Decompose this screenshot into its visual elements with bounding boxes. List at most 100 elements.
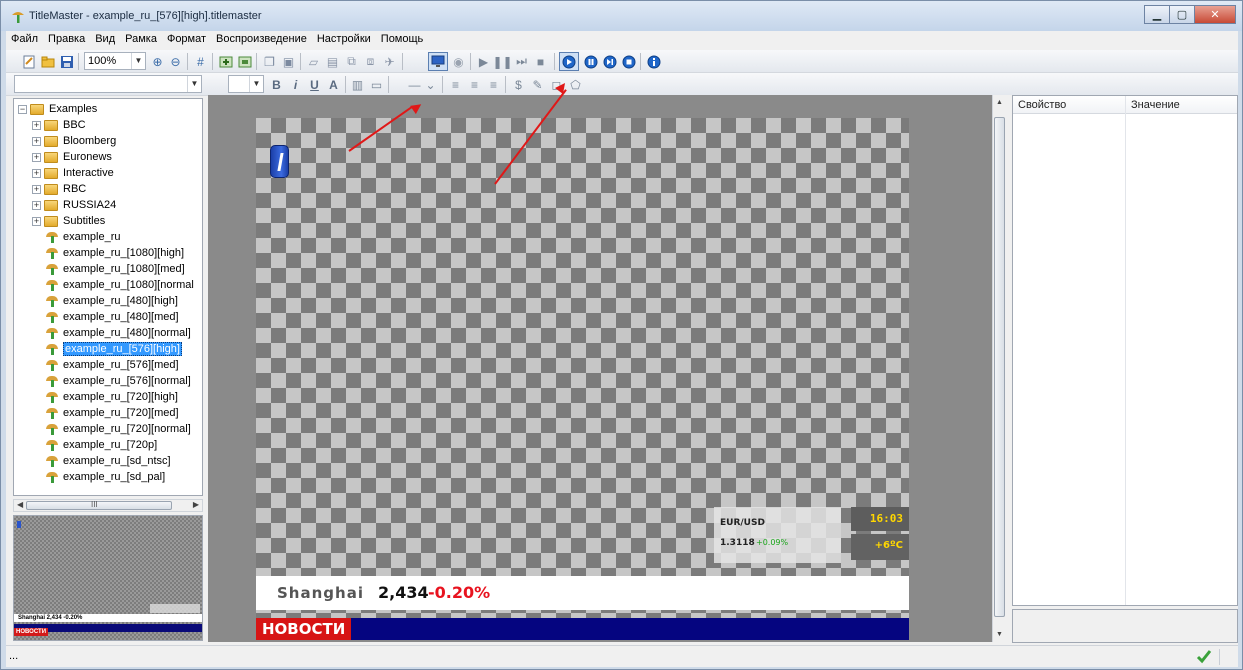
- title-canvas[interactable]: EUR/USD 1.3118 +0.09% 16:03 +6ºC Shangha…: [256, 118, 909, 640]
- monitor-button[interactable]: [428, 52, 448, 71]
- step-button[interactable]: ⏭: [513, 53, 530, 70]
- play-button[interactable]: ▶: [475, 53, 492, 70]
- line-style-dropdown[interactable]: ⌄: [422, 76, 439, 93]
- scrollbar-thumb[interactable]: III: [26, 500, 172, 510]
- frame-button[interactable]: ▱: [305, 53, 322, 70]
- align-right-button[interactable]: ≡: [485, 76, 502, 93]
- tree-folder[interactable]: + RUSSIA24: [32, 197, 116, 213]
- tree-item[interactable]: example_ru_[1080][med]: [46, 261, 185, 277]
- currency-widget[interactable]: EUR/USD 1.3118 +0.09%: [714, 507, 841, 563]
- weather-widget[interactable]: +6ºC: [851, 534, 909, 560]
- tree-item[interactable]: example_ru_[480][high]: [46, 293, 178, 309]
- tree-item[interactable]: example_ru_[720p]: [46, 437, 157, 453]
- expand-icon[interactable]: +: [32, 200, 41, 210]
- tree-folder[interactable]: + Euronews: [32, 149, 112, 165]
- close-button[interactable]: ✕: [1194, 5, 1236, 24]
- tree-item-selected[interactable]: example_ru_[576][high]: [46, 341, 182, 357]
- italic-button[interactable]: i: [287, 76, 304, 93]
- pin-button[interactable]: ✈: [381, 53, 398, 70]
- scroll-down-icon[interactable]: ▼: [996, 631, 1003, 638]
- tree-folder[interactable]: + Bloomberg: [32, 133, 116, 149]
- maximize-button[interactable]: ▢: [1169, 5, 1195, 24]
- tree-item[interactable]: example_ru_[sd_pal]: [46, 469, 165, 485]
- open-button[interactable]: [39, 53, 56, 70]
- menu-help[interactable]: Помощь: [376, 31, 429, 49]
- scroll-right-icon[interactable]: ▶: [193, 500, 199, 509]
- tree-item[interactable]: example_ru_[576][normal]: [46, 373, 191, 389]
- tree-item[interactable]: example_ru_[480][med]: [46, 309, 179, 325]
- align-left-button[interactable]: ≡: [447, 76, 464, 93]
- news-bar[interactable]: НОВОСТИ: [256, 618, 909, 640]
- scroll-left-icon[interactable]: ◀: [17, 500, 23, 509]
- zoom-out-button[interactable]: ⊖: [167, 53, 184, 70]
- ungroup-button[interactable]: ⧈: [362, 53, 379, 70]
- font-family-select[interactable]: ▼: [14, 75, 202, 93]
- barcode-button[interactable]: ▥: [349, 76, 366, 93]
- tree-folder[interactable]: + Interactive: [32, 165, 114, 181]
- line-style-button[interactable]: —: [406, 76, 423, 93]
- expand-icon[interactable]: +: [32, 136, 41, 146]
- underline-button[interactable]: U: [306, 76, 323, 93]
- tree-item[interactable]: example_ru_[576][med]: [46, 357, 179, 373]
- add-layer-button[interactable]: [217, 53, 234, 70]
- stage-vertical-scrollbar[interactable]: ▲ ▼: [992, 95, 1006, 642]
- live-stop-button[interactable]: [620, 53, 637, 70]
- text-color-button[interactable]: A: [325, 76, 342, 93]
- script-button[interactable]: $: [510, 76, 527, 93]
- zoom-select[interactable]: 100% ▼: [84, 52, 146, 70]
- menu-file[interactable]: Файл: [6, 31, 43, 49]
- collapse-icon[interactable]: −: [18, 104, 27, 114]
- expand-icon[interactable]: +: [32, 184, 41, 194]
- scrollbar-thumb[interactable]: [994, 117, 1005, 617]
- group-button[interactable]: ⧉: [343, 53, 360, 70]
- new-button[interactable]: [20, 53, 37, 70]
- shape-button[interactable]: ⬠: [567, 76, 584, 93]
- project-tree[interactable]: − Examples + BBC + Bloomberg + Euronews …: [13, 98, 203, 496]
- menu-playback[interactable]: Воспроизведение: [211, 31, 312, 49]
- title-bar[interactable]: TitleMaster - example_ru_[576][high].tit…: [1, 1, 1242, 31]
- menu-settings[interactable]: Настройки: [312, 31, 376, 49]
- tree-item[interactable]: example_ru_[720][med]: [46, 405, 179, 421]
- expand-icon[interactable]: +: [32, 120, 41, 130]
- expand-icon[interactable]: +: [32, 168, 41, 178]
- bold-button[interactable]: B: [268, 76, 285, 93]
- grid-button[interactable]: #: [192, 53, 209, 70]
- menu-frame[interactable]: Рамка: [120, 31, 162, 49]
- live-step-button[interactable]: [601, 53, 618, 70]
- copy-button[interactable]: ❐: [261, 53, 278, 70]
- info-button[interactable]: [645, 53, 662, 70]
- tree-item[interactable]: example_ru_[1080][high]: [46, 245, 184, 261]
- live-pause-button[interactable]: [582, 53, 599, 70]
- stop-button[interactable]: ■: [532, 53, 549, 70]
- clock-widget[interactable]: 16:03: [851, 507, 909, 531]
- image-button[interactable]: ▭: [368, 76, 385, 93]
- tree-item[interactable]: example_ru_[1080][normal: [46, 277, 194, 293]
- tree-item[interactable]: example_ru_[720][normal]: [46, 421, 191, 437]
- tree-folder[interactable]: + RBC: [32, 181, 86, 197]
- expand-icon[interactable]: +: [32, 216, 41, 226]
- duplicate-button[interactable]: ▤: [324, 53, 341, 70]
- pause-button[interactable]: ❚❚: [492, 53, 512, 70]
- tree-item[interactable]: example_ru_[sd_ntsc]: [46, 453, 171, 469]
- tree-folder[interactable]: + Subtitles: [32, 213, 105, 229]
- tree-item[interactable]: example_ru_[480][normal]: [46, 325, 191, 341]
- stock-ticker[interactable]: Shanghai 2,434 -0.20%: [256, 576, 909, 610]
- minimize-button[interactable]: ▁: [1144, 5, 1170, 24]
- expand-icon[interactable]: +: [32, 152, 41, 162]
- live-play-button[interactable]: [559, 52, 579, 71]
- editor-stage[interactable]: EUR/USD 1.3118 +0.09% 16:03 +6ºC Shangha…: [208, 95, 992, 642]
- scroll-up-icon[interactable]: ▲: [996, 99, 1003, 106]
- tree-root-examples[interactable]: − Examples: [18, 101, 97, 117]
- zoom-in-button[interactable]: ⊕: [149, 53, 166, 70]
- layer-button[interactable]: [236, 53, 253, 70]
- menu-format[interactable]: Формат: [162, 31, 211, 49]
- font-size-select[interactable]: ▼: [228, 75, 264, 93]
- menu-edit[interactable]: Правка: [43, 31, 90, 49]
- tree-folder[interactable]: + BBC: [32, 117, 86, 133]
- save-button[interactable]: [58, 53, 75, 70]
- channel-logo[interactable]: [270, 145, 289, 178]
- tree-item[interactable]: example_ru: [46, 229, 120, 245]
- tools-button[interactable]: ✎: [529, 76, 546, 93]
- menu-view[interactable]: Вид: [90, 31, 120, 49]
- paste-button[interactable]: ▣: [280, 53, 297, 70]
